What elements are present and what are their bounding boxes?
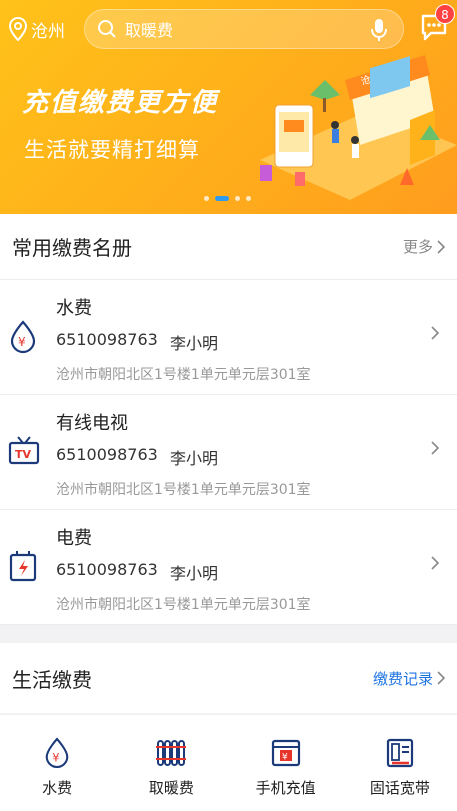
life-item-water[interactable]: ¥ 水费 — [0, 715, 114, 811]
bill-name: 有线电视 — [56, 413, 128, 434]
frequent-bills-section: 常用缴费名册 更多 ¥ 水费 6510098763 李小明 沧州市朝阳北区1号楼… — [0, 214, 457, 625]
life-item-heating[interactable]: 取暖费 — [114, 715, 228, 811]
section-title: 常用缴费名册 — [12, 236, 132, 260]
carousel-indicator — [204, 196, 251, 201]
life-item-landline[interactable]: 固话宽带 — [343, 715, 457, 811]
message-count-badge: 8 — [435, 4, 455, 24]
water-drop-icon: ¥ — [45, 737, 69, 769]
bill-name: 水费 — [56, 298, 92, 319]
more-label: 更多 — [402, 238, 433, 256]
carousel-dot[interactable] — [204, 196, 209, 201]
frequent-bills-header: 常用缴费名册 更多 — [0, 214, 457, 280]
search-placeholder: 取暖费 — [125, 21, 174, 40]
section-divider — [0, 625, 457, 643]
more-link[interactable]: 更多 — [403, 236, 445, 257]
bill-user: 李小明 — [170, 334, 219, 353]
radiator-icon — [156, 740, 187, 766]
bill-account: 6510098763 — [56, 560, 158, 579]
bill-address: 沧州市朝阳北区1号楼1单元单元层301室 — [56, 367, 311, 383]
bill-name: 电费 — [56, 528, 92, 549]
chevron-right-icon — [431, 441, 439, 455]
carousel-dot[interactable] — [246, 196, 251, 201]
microphone-icon[interactable] — [371, 18, 387, 42]
message-button[interactable]: 8 — [419, 4, 455, 46]
life-payment-header: 生活缴费 缴费记录 — [0, 643, 457, 713]
chevron-right-icon — [437, 671, 445, 685]
carousel-dot-active[interactable] — [215, 196, 229, 201]
search-icon — [98, 20, 116, 38]
svg-text:TV: TV — [15, 448, 32, 461]
landline-icon — [386, 738, 413, 768]
chevron-right-icon — [437, 239, 445, 254]
life-item-label: 取暖费 — [148, 779, 194, 797]
life-item-label: 手机充值 — [255, 779, 316, 797]
life-item-label: 固话宽带 — [369, 779, 430, 797]
carousel-dot[interactable] — [235, 196, 240, 201]
life-item-phone-topup[interactable]: ¥ 手机充值 — [229, 715, 343, 811]
bill-address: 沧州市朝阳北区1号楼1单元单元层301室 — [56, 482, 311, 498]
bill-user: 李小明 — [170, 449, 219, 468]
bill-account: 6510098763 — [56, 330, 158, 349]
svg-text:¥: ¥ — [18, 335, 26, 349]
bill-item-water[interactable]: ¥ 水费 6510098763 李小明 沧州市朝阳北区1号楼1单元单元层301室 — [0, 280, 457, 395]
water-drop-icon: ¥ — [10, 320, 36, 354]
tv-icon: TV — [8, 436, 40, 465]
svg-text:¥: ¥ — [52, 751, 59, 764]
payment-record-link[interactable]: 缴费记录 — [373, 668, 445, 689]
promo-banner[interactable]: 沧州银行 沧州 取暖费 — [0, 0, 457, 214]
banner-slogan-main: 充值缴费更方便 — [22, 88, 219, 118]
location-label: 沧州 — [31, 21, 65, 42]
life-item-label: 水费 — [42, 779, 73, 797]
bill-address: 沧州市朝阳北区1号楼1单元单元层301室 — [56, 597, 311, 613]
bill-user: 李小明 — [170, 564, 219, 583]
life-payment-grid: ¥ 水费 取暖费 ¥ 手机充值 固话宽带 — [0, 715, 457, 811]
electricity-icon — [9, 551, 37, 582]
location-selector[interactable]: 沧州 — [8, 17, 65, 42]
location-pin-icon — [8, 17, 28, 41]
bill-item-electricity[interactable]: 电费 6510098763 李小明 沧州市朝阳北区1号楼1单元单元层301室 — [0, 510, 457, 625]
section-title: 生活缴费 — [12, 667, 92, 692]
banner-illustration: 沧州银行 — [260, 55, 457, 200]
banner-slogan-sub: 生活就要精打细算 — [24, 138, 200, 162]
chevron-right-icon — [431, 326, 439, 340]
chevron-right-icon — [431, 556, 439, 570]
payment-record-label: 缴费记录 — [372, 669, 433, 688]
top-bar: 沧州 取暖费 8 — [0, 0, 457, 58]
bill-account: 6510098763 — [56, 445, 158, 464]
bill-item-tv[interactable]: TV 有线电视 6510098763 李小明 沧州市朝阳北区1号楼1单元单元层3… — [0, 395, 457, 510]
search-input[interactable]: 取暖费 — [84, 9, 404, 49]
phone-topup-icon: ¥ — [271, 739, 300, 767]
svg-text:¥: ¥ — [282, 753, 288, 763]
